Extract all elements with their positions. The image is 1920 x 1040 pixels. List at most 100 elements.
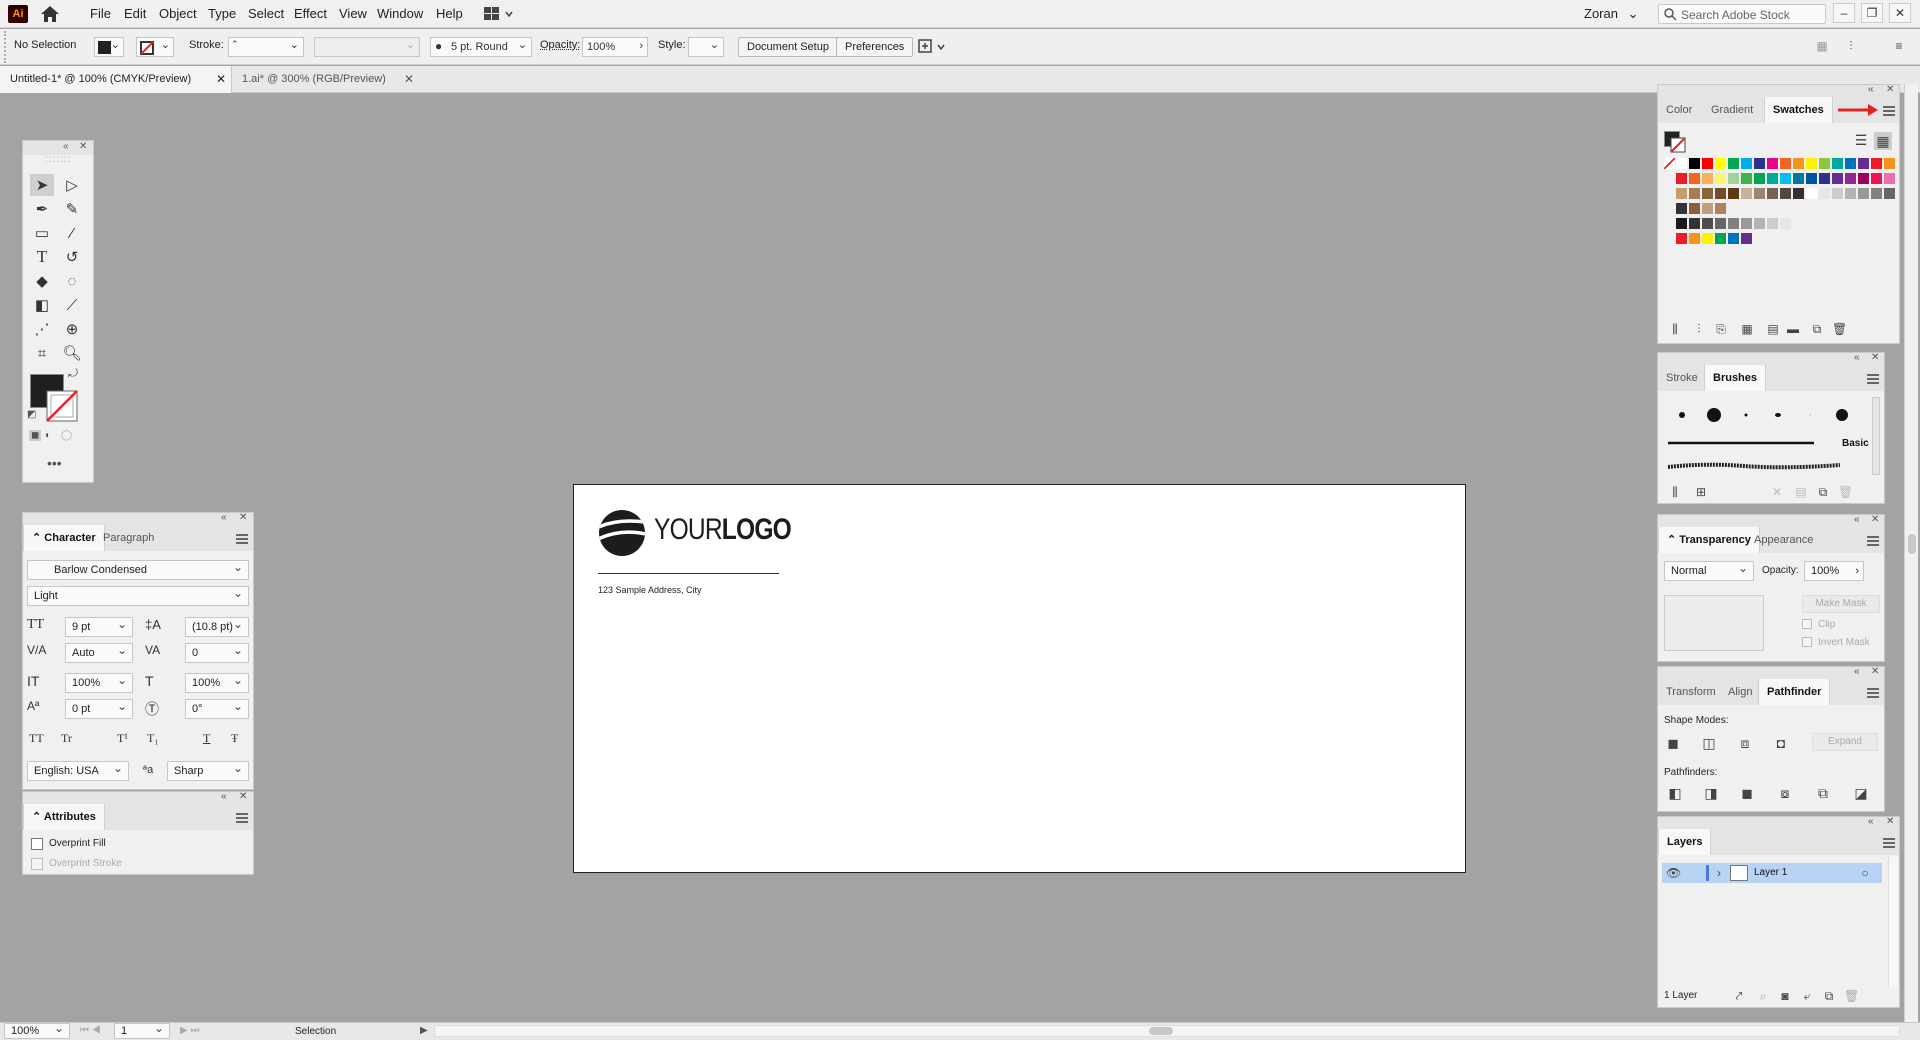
swatch[interactable] <box>1754 218 1765 229</box>
panel-header[interactable]: « ✕ <box>1658 84 1899 97</box>
eyedropper-tool-icon[interactable]: ⟋ <box>60 294 84 316</box>
tracking-field[interactable]: 0 <box>185 641 249 663</box>
document-setup-button[interactable]: Document Setup <box>738 37 838 57</box>
type-tool-icon[interactable]: T <box>30 246 54 268</box>
swatch[interactable] <box>1845 158 1856 169</box>
swatch[interactable] <box>1845 173 1856 184</box>
swatch[interactable] <box>1689 158 1700 169</box>
make-mask-button[interactable]: Make Mask <box>1802 595 1880 613</box>
none-mode-icon[interactable]: ◯ <box>61 430 72 441</box>
brush-options-icon[interactable]: ▤ <box>1794 486 1808 498</box>
underline-icon[interactable]: T <box>203 731 210 746</box>
swatch[interactable] <box>1767 218 1778 229</box>
close-window-button[interactable]: ✕ <box>1889 3 1911 23</box>
menu-window[interactable]: Window <box>375 0 425 28</box>
close-tab-icon[interactable]: ✕ <box>216 66 226 93</box>
new-swatch-icon[interactable]: ⧉ <box>1810 323 1824 335</box>
swatch[interactable] <box>1689 233 1700 244</box>
close-icon[interactable]: ✕ <box>1886 816 1894 827</box>
superscript-icon[interactable]: T¹ <box>117 731 128 746</box>
exclude-icon[interactable]: ◘ <box>1774 736 1788 750</box>
swatch[interactable] <box>1793 158 1804 169</box>
swatch[interactable] <box>1702 173 1713 184</box>
tab-character[interactable]: ⌃ Character <box>23 525 105 551</box>
unite-icon[interactable]: ◼ <box>1666 736 1680 750</box>
tab-color[interactable]: Color <box>1658 97 1700 123</box>
swatch[interactable] <box>1858 188 1869 199</box>
preferences-button[interactable]: Preferences <box>836 37 914 57</box>
leading-field[interactable]: (10.8 pt) <box>185 615 249 637</box>
swatch[interactable] <box>1676 188 1687 199</box>
swatch[interactable] <box>1728 233 1739 244</box>
new-brush-icon[interactable]: ⧉ <box>1816 486 1830 498</box>
clip-checkbox[interactable] <box>1802 619 1812 629</box>
tab-transform[interactable]: Transform <box>1658 679 1724 705</box>
swatch[interactable] <box>1767 173 1778 184</box>
collapse-icon[interactable]: « <box>221 512 227 523</box>
swap-fill-stroke-icon[interactable]: ⤾ <box>68 366 78 381</box>
restore-button[interactable]: ❐ <box>1861 3 1883 23</box>
swatch[interactable] <box>1715 218 1726 229</box>
panel-header[interactable]: « ✕ <box>23 791 253 804</box>
visibility-eye-icon[interactable]: 👁︎ <box>1666 867 1681 879</box>
control-menu-icon[interactable]: ≡ <box>1892 40 1906 52</box>
tab-paragraph[interactable]: Paragraph <box>95 525 162 551</box>
shape-builder-tool-icon[interactable]: ⊕ <box>60 318 84 340</box>
clipping-mask-icon[interactable]: ◙ <box>1778 990 1792 1002</box>
expand-layer-icon[interactable]: › <box>1712 867 1726 879</box>
overprint-stroke-checkbox[interactable] <box>31 858 43 870</box>
swatch[interactable] <box>1689 188 1700 199</box>
menu-object[interactable]: Object <box>157 0 199 28</box>
none-swatch[interactable] <box>1664 158 1675 169</box>
align-options-icon[interactable]: ⫶ <box>1844 40 1858 52</box>
artboard-number-dropdown[interactable]: 1 <box>114 1021 170 1039</box>
target-icon[interactable]: ○ <box>1858 867 1872 879</box>
stroke-color-dropdown[interactable]: ⌄ <box>136 37 174 57</box>
panel-menu-icon[interactable] <box>1867 688 1879 698</box>
swatch-options-icon[interactable]: ⎘ <box>1714 323 1728 335</box>
swatch[interactable] <box>1689 203 1700 214</box>
divide-icon[interactable]: ◧ <box>1668 786 1682 800</box>
swatch[interactable] <box>1676 218 1687 229</box>
collect-export-icon[interactable]: ⤤ <box>1732 990 1746 1002</box>
swatch[interactable] <box>1715 233 1726 244</box>
tab-gradient[interactable]: Gradient <box>1703 97 1761 123</box>
swatch[interactable] <box>1676 203 1687 214</box>
collapse-icon[interactable]: « <box>63 141 69 152</box>
brush-libraries-icon[interactable]: ⫼ <box>1668 486 1682 498</box>
tab-pathfinder[interactable]: Pathfinder <box>1758 679 1831 705</box>
swatch[interactable] <box>1689 218 1700 229</box>
swatch[interactable] <box>1780 158 1791 169</box>
tab-attributes[interactable]: ⌃ Attributes <box>23 804 105 830</box>
panel-header[interactable]: « ✕ <box>1658 816 1899 829</box>
home-icon[interactable] <box>40 5 60 23</box>
artboard-tool-icon[interactable]: ⌗ <box>30 342 54 364</box>
transparency-opacity-field[interactable]: 100% › <box>1804 561 1864 581</box>
swatch[interactable] <box>1702 158 1713 169</box>
font-family-dropdown[interactable]: Barlow Condensed <box>27 558 249 580</box>
swatch[interactable] <box>1871 173 1882 184</box>
layer-row[interactable]: 👁︎ › Layer 1 ○ <box>1662 863 1882 883</box>
remove-brush-stroke-icon[interactable]: ✕ <box>1770 486 1784 498</box>
stroke-swatch[interactable] <box>1670 137 1686 153</box>
strikethrough-icon[interactable]: Ŧ <box>231 731 238 746</box>
rectangle-tool-icon[interactable]: ▭ <box>30 222 54 244</box>
direct-selection-tool-icon[interactable]: ▷ <box>60 174 84 196</box>
fill-color-dropdown[interactable]: ⌄ <box>94 37 124 57</box>
swatch[interactable] <box>1780 188 1791 199</box>
swatch[interactable] <box>1689 173 1700 184</box>
panel-menu-icon[interactable] <box>1883 838 1895 848</box>
menu-view[interactable]: View <box>337 0 369 28</box>
close-icon[interactable]: ✕ <box>239 512 247 523</box>
menu-select[interactable]: Select <box>246 0 286 28</box>
close-icon[interactable]: ✕ <box>79 141 87 152</box>
menu-edit[interactable]: Edit <box>122 0 148 28</box>
swatch[interactable] <box>1858 158 1869 169</box>
collapse-icon[interactable]: « <box>1854 352 1860 363</box>
intersect-icon[interactable]: ⧈ <box>1738 736 1752 750</box>
swatch[interactable] <box>1845 188 1856 199</box>
horizontal-scroll-thumb[interactable] <box>1149 1027 1173 1035</box>
swatch[interactable] <box>1741 218 1752 229</box>
panel-header[interactable]: « ✕ <box>23 512 253 525</box>
tab-layers[interactable]: Layers <box>1658 829 1712 855</box>
